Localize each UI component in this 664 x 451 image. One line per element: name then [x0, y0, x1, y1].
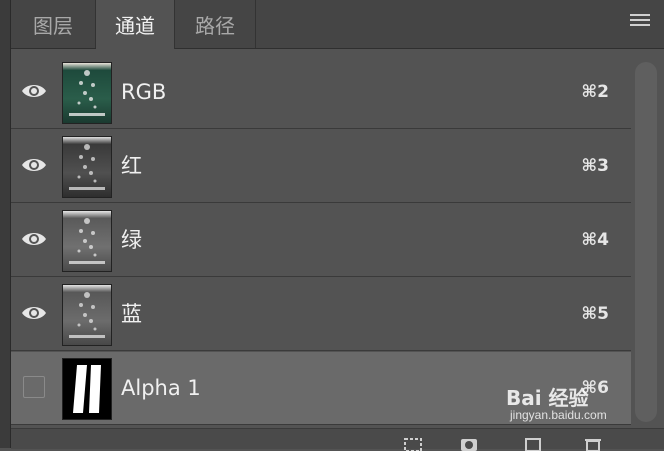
channel-row-rgb[interactable]: RGB ⌘2 [11, 56, 631, 129]
channel-thumbnail-blue [62, 284, 112, 346]
channel-list: RGB ⌘2 红 ⌘3 绿 ⌘4 蓝 ⌘5 Alpha 1 ⌘6 [11, 56, 631, 428]
panel-tab-bar: 图层 通道 路径 [11, 0, 664, 49]
channel-name: 红 [121, 154, 142, 178]
channel-name: RGB [121, 80, 167, 104]
eye-icon[interactable] [21, 304, 47, 322]
eye-icon[interactable] [21, 156, 47, 174]
channel-name: Alpha 1 [121, 376, 201, 400]
channel-thumbnail-red [62, 136, 112, 198]
channel-thumbnail-rgb [62, 62, 112, 124]
eye-icon[interactable] [21, 82, 47, 100]
load-selection-icon[interactable] [403, 437, 423, 451]
scrollbar-thumb[interactable] [635, 62, 657, 422]
eye-icon[interactable] [21, 230, 47, 248]
scrollbar-track[interactable] [631, 56, 664, 428]
channel-name: 绿 [121, 228, 142, 252]
panel-bottom-toolbar [11, 428, 664, 451]
channel-thumbnail-alpha [62, 358, 112, 420]
baidu-jingyan-watermark: Bai 经验 jingyan.baidu.com [506, 374, 636, 424]
channel-row-blue[interactable]: 蓝 ⌘5 [11, 278, 631, 351]
tab-layers[interactable]: 图层 [11, 0, 96, 48]
watermark-logo: Bai 经验 [506, 386, 589, 410]
delete-channel-icon[interactable] [583, 437, 603, 451]
channel-row-red[interactable]: 红 ⌘3 [11, 130, 631, 203]
channel-shortcut: ⌘5 [581, 304, 609, 324]
channel-shortcut: ⌘3 [581, 156, 609, 176]
tab-paths[interactable]: 路径 [175, 0, 256, 48]
channel-name: 蓝 [121, 302, 142, 326]
tab-channels[interactable]: 通道 [96, 0, 175, 49]
save-selection-icon[interactable] [459, 437, 479, 451]
new-channel-icon[interactable] [523, 437, 543, 451]
channel-row-green[interactable]: 绿 ⌘4 [11, 204, 631, 277]
channel-shortcut: ⌘4 [581, 230, 609, 250]
channel-shortcut: ⌘2 [581, 82, 609, 102]
visibility-toggle-box[interactable] [23, 376, 45, 398]
watermark-url: jingyan.baidu.com [510, 408, 607, 422]
channel-thumbnail-green [62, 210, 112, 272]
panel-menu-icon[interactable] [630, 14, 650, 30]
panel-left-edge [0, 0, 11, 448]
